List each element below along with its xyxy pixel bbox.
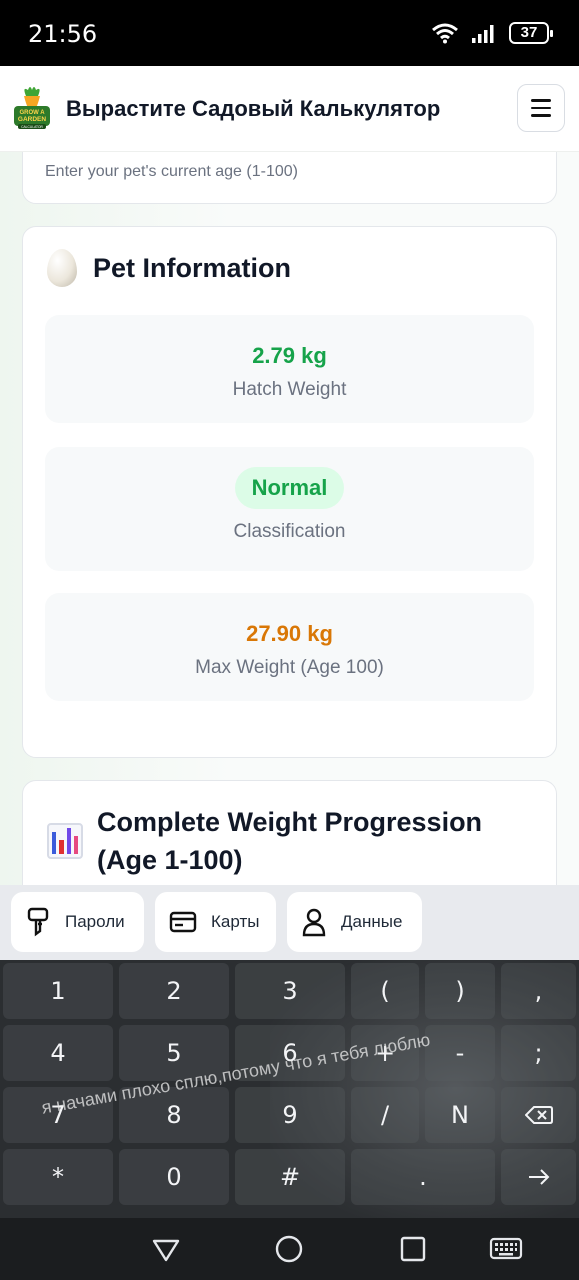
app-header: GROW A GARDEN CALCULATOR Вырастите Садов… xyxy=(0,66,579,152)
home-icon[interactable] xyxy=(274,1234,304,1264)
autofill-passwords-label: Пароли xyxy=(65,912,125,931)
max-weight-label: Max Weight (Age 100) xyxy=(195,657,384,678)
key-1[interactable]: 1 xyxy=(3,963,113,1019)
person-icon xyxy=(302,908,326,937)
hatch-weight-stat: 2.79 kg Hatch Weight xyxy=(45,315,534,423)
key-4[interactable]: 4 xyxy=(3,1025,113,1081)
key-0[interactable]: 0 xyxy=(119,1149,229,1205)
age-hint: Enter your pet's current age (1-100) xyxy=(45,163,298,180)
battery-icon: 37 xyxy=(509,22,553,44)
key-enter[interactable] xyxy=(501,1149,576,1205)
key-semicolon[interactable]: ; xyxy=(501,1025,576,1081)
key-close-paren[interactable]: ) xyxy=(425,963,495,1019)
pet-information-card: Pet Information 2.79 kg Hatch Weight Nor… xyxy=(22,226,557,758)
bar-chart-icon xyxy=(47,823,83,859)
key-icon xyxy=(27,907,49,937)
classification-badge: Normal xyxy=(234,467,345,509)
weight-progression-card: Complete Weight Progression (Age 1-100) xyxy=(22,780,557,885)
key-minus[interactable]: - xyxy=(425,1025,495,1081)
status-icons: 37 xyxy=(431,22,553,44)
key-period[interactable]: . xyxy=(351,1149,495,1205)
key-2[interactable]: 2 xyxy=(119,963,229,1019)
key-hash[interactable]: # xyxy=(235,1149,345,1205)
arrow-right-icon xyxy=(528,1169,549,1185)
autofill-passwords-chip[interactable]: Пароли xyxy=(11,892,144,952)
back-icon[interactable] xyxy=(151,1234,181,1264)
status-time: 21:56 xyxy=(28,20,98,48)
app-logo[interactable]: GROW A GARDEN CALCULATOR xyxy=(12,84,52,134)
recents-icon[interactable] xyxy=(398,1234,428,1264)
pet-info-title: Pet Information xyxy=(93,252,292,283)
key-3[interactable]: 3 xyxy=(235,963,345,1019)
egg-icon xyxy=(47,249,77,287)
key-9[interactable]: 9 xyxy=(235,1087,345,1143)
numeric-keyboard: 1 2 3 ( ) , 4 5 6 + - ; 7 8 9 / N * 0 # … xyxy=(0,960,579,1218)
autofill-data-label: Данные xyxy=(341,912,403,931)
system-nav-bar xyxy=(0,1218,579,1280)
main-content[interactable]: Enter your pet's current age (1-100) Pet… xyxy=(0,152,579,885)
autofill-cards-label: Карты xyxy=(211,912,260,931)
hatch-weight-label: Hatch Weight xyxy=(232,379,347,400)
menu-button[interactable] xyxy=(517,84,565,132)
max-weight-value: 27.90 kg xyxy=(246,621,333,646)
pet-info-header: Pet Information xyxy=(47,249,291,287)
backspace-icon xyxy=(524,1106,553,1124)
key-open-paren[interactable]: ( xyxy=(351,963,419,1019)
classification-label: Classification xyxy=(233,521,346,542)
key-slash[interactable]: / xyxy=(351,1087,419,1143)
status-bar: 21:56 37 xyxy=(0,0,579,66)
progression-title: Complete Weight Progression (Age 1-100) xyxy=(97,807,483,875)
autofill-data-chip[interactable]: Данные xyxy=(287,892,422,952)
wifi-icon xyxy=(432,23,458,44)
key-n[interactable]: N xyxy=(425,1087,495,1143)
svg-text:GARDEN: GARDEN xyxy=(18,116,46,123)
hamburger-icon xyxy=(531,99,551,102)
age-input-card: Enter your pet's current age (1-100) xyxy=(22,152,557,204)
autofill-cards-chip[interactable]: Карты xyxy=(155,892,276,952)
card-icon xyxy=(169,911,197,933)
hatch-weight-value: 2.79 kg xyxy=(252,343,327,368)
key-backspace[interactable] xyxy=(501,1087,576,1143)
classification-stat: Normal Classification xyxy=(45,447,534,571)
key-comma[interactable]: , xyxy=(501,963,576,1019)
app-title: Вырастите Садовый Калькулятор xyxy=(66,96,441,121)
keyboard-icon[interactable] xyxy=(489,1234,523,1264)
key-asterisk[interactable]: * xyxy=(3,1149,113,1205)
max-weight-stat: 27.90 kg Max Weight (Age 100) xyxy=(45,593,534,701)
autofill-bar: Пароли Карты Данные xyxy=(0,885,579,960)
signal-icon xyxy=(472,25,494,43)
svg-text:CALCULATOR: CALCULATOR xyxy=(21,125,43,129)
